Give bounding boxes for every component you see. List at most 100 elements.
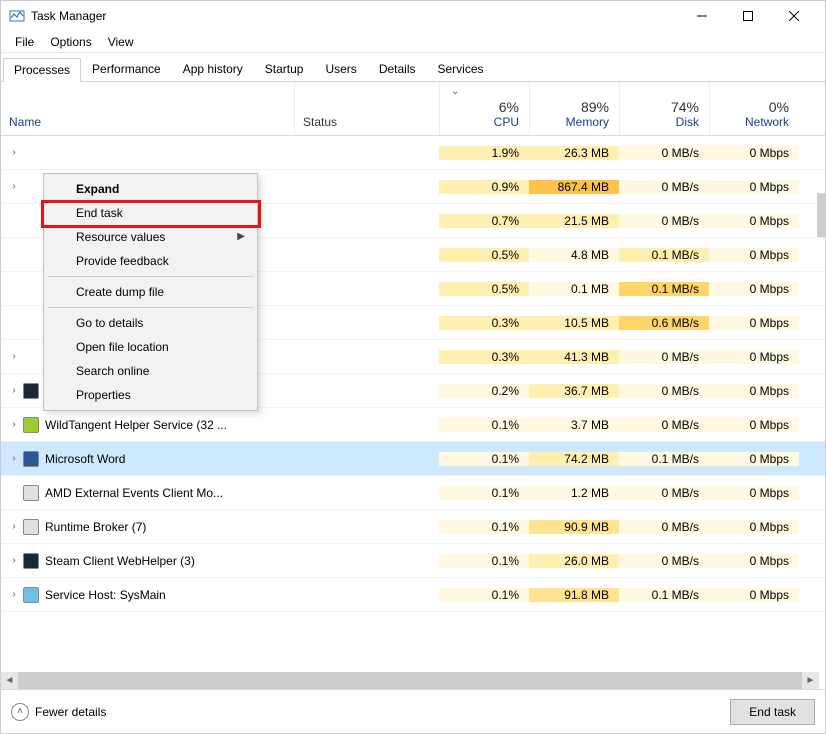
menu-view[interactable]: View [100, 33, 142, 51]
cell-mem: 3.7 MB [529, 418, 619, 432]
cell-net: 0 Mbps [709, 146, 799, 160]
cell-disk: 0.1 MB/s [619, 282, 709, 296]
table-row[interactable]: ›Runtime Broker (7)0.1%90.9 MB0 MB/s0 Mb… [1, 510, 825, 544]
cell-mem: 867.4 MB [529, 180, 619, 194]
table-row[interactable]: AMD External Events Client Mo... 0.1%1.2 … [1, 476, 825, 510]
amd-icon [23, 485, 39, 501]
vertical-scrollbar[interactable] [817, 193, 825, 237]
tab-processes[interactable]: Processes [3, 58, 81, 82]
cell-mem: 1.2 MB [529, 486, 619, 500]
col-header-network[interactable]: 0% Network [709, 82, 799, 135]
ctx-properties[interactable]: Properties [46, 383, 255, 407]
cell-mem: 36.7 MB [529, 384, 619, 398]
expander-icon[interactable]: › [7, 521, 21, 532]
cell-mem: 91.8 MB [529, 588, 619, 602]
expander-icon[interactable]: › [7, 419, 21, 430]
tab-app-history[interactable]: App history [172, 57, 254, 81]
disk-usage-pct: 74% [671, 99, 699, 115]
ctx-resource-values[interactable]: Resource values ▶ [46, 225, 255, 249]
table-row[interactable]: ›1.9%26.3 MB0 MB/s0 Mbps [1, 136, 825, 170]
close-button[interactable] [771, 1, 817, 31]
end-task-button[interactable]: End task [730, 699, 815, 725]
cell-mem: 4.8 MB [529, 248, 619, 262]
expander-icon[interactable]: › [7, 147, 21, 158]
cell-cpu: 1.9% [439, 146, 529, 160]
memory-usage-pct: 89% [581, 99, 609, 115]
scroll-thumb[interactable] [18, 672, 802, 689]
ctx-create-dump[interactable]: Create dump file [46, 280, 255, 304]
scroll-left-icon[interactable]: ◄ [1, 672, 18, 689]
ctx-end-task[interactable]: End task [46, 201, 255, 225]
col-header-status[interactable]: Status [294, 82, 439, 135]
ctx-search-online[interactable]: Search online [46, 359, 255, 383]
cell-disk: 0.6 MB/s [619, 316, 709, 330]
tab-users[interactable]: Users [314, 57, 367, 81]
app-icon [9, 8, 25, 24]
cell-name: › [1, 147, 294, 158]
col-header-disk[interactable]: 74% Disk [619, 82, 709, 135]
ctx-expand[interactable]: Expand [46, 177, 255, 201]
expander-icon[interactable]: › [7, 351, 21, 362]
cell-net: 0 Mbps [709, 350, 799, 364]
menu-file[interactable]: File [7, 33, 42, 51]
expander-icon[interactable]: › [7, 453, 21, 464]
expander-icon[interactable]: › [7, 589, 21, 600]
fewer-details-toggle[interactable]: ˄ Fewer details [11, 703, 106, 721]
menu-bar: File Options View [1, 31, 825, 53]
expander-icon[interactable]: › [7, 555, 21, 566]
expander-icon[interactable]: › [7, 385, 21, 396]
network-usage-pct: 0% [769, 99, 789, 115]
column-headers: ⌄ Name Status 6% CPU 89% Memory 74% Disk… [1, 82, 825, 136]
cell-mem: 26.0 MB [529, 554, 619, 568]
tab-strip: Processes Performance App history Startu… [1, 53, 825, 82]
maximize-button[interactable] [725, 1, 771, 31]
cell-cpu: 0.1% [439, 418, 529, 432]
col-header-memory[interactable]: 89% Memory [529, 82, 619, 135]
cell-disk: 0 MB/s [619, 146, 709, 160]
network-label: Network [745, 115, 789, 129]
minimize-button[interactable] [679, 1, 725, 31]
context-menu: Expand End task Resource values ▶ Provid… [43, 173, 258, 411]
cell-name: › Service Host: SysMain [1, 587, 294, 603]
cell-net: 0 Mbps [709, 452, 799, 466]
disk-label: Disk [676, 115, 699, 129]
table-row[interactable]: ›WildTangent Helper Service (32 ...0.1%3… [1, 408, 825, 442]
horizontal-scrollbar[interactable]: ◄ ► [1, 672, 819, 689]
cell-disk: 0 MB/s [619, 350, 709, 364]
window-controls [679, 1, 817, 31]
col-header-name[interactable]: Name [1, 82, 294, 135]
scroll-right-icon[interactable]: ► [802, 672, 819, 689]
cell-cpu: 0.1% [439, 486, 529, 500]
cell-name: ›Runtime Broker (7) [1, 519, 294, 535]
ctx-separator-1 [48, 276, 253, 277]
process-name: Service Host: SysMain [45, 588, 166, 602]
tab-performance[interactable]: Performance [81, 57, 172, 81]
cell-disk: 0 MB/s [619, 554, 709, 568]
submenu-arrow-icon: ▶ [237, 231, 245, 242]
expander-icon[interactable]: › [7, 181, 21, 192]
ctx-open-file-location[interactable]: Open file location [46, 335, 255, 359]
cell-cpu: 0.3% [439, 316, 529, 330]
process-name: AMD External Events Client Mo... [45, 486, 223, 500]
tab-details[interactable]: Details [368, 57, 427, 81]
table-row[interactable]: ›Microsoft Word0.1%74.2 MB0.1 MB/s0 Mbps [1, 442, 825, 476]
table-row[interactable]: ›Steam Client WebHelper (3)0.1%26.0 MB0 … [1, 544, 825, 578]
sort-indicator-icon: ⌄ [451, 86, 459, 97]
cell-disk: 0.1 MB/s [619, 588, 709, 602]
chevron-up-icon: ˄ [11, 703, 29, 721]
cell-mem: 74.2 MB [529, 452, 619, 466]
cell-net: 0 Mbps [709, 588, 799, 602]
ctx-resource-values-label: Resource values [76, 230, 165, 244]
ctx-separator-2 [48, 307, 253, 308]
col-name-label: Name [9, 115, 41, 129]
ctx-provide-feedback[interactable]: Provide feedback [46, 249, 255, 273]
tab-services[interactable]: Services [427, 57, 495, 81]
menu-options[interactable]: Options [42, 33, 99, 51]
tab-startup[interactable]: Startup [254, 57, 315, 81]
process-name: Microsoft Word [45, 452, 125, 466]
ctx-go-to-details[interactable]: Go to details [46, 311, 255, 335]
cell-net: 0 Mbps [709, 418, 799, 432]
cell-name: › Microsoft Word [1, 451, 294, 467]
table-row[interactable]: ›Service Host: SysMain0.1%91.8 MB0.1 MB/… [1, 578, 825, 612]
cell-mem: 21.5 MB [529, 214, 619, 228]
